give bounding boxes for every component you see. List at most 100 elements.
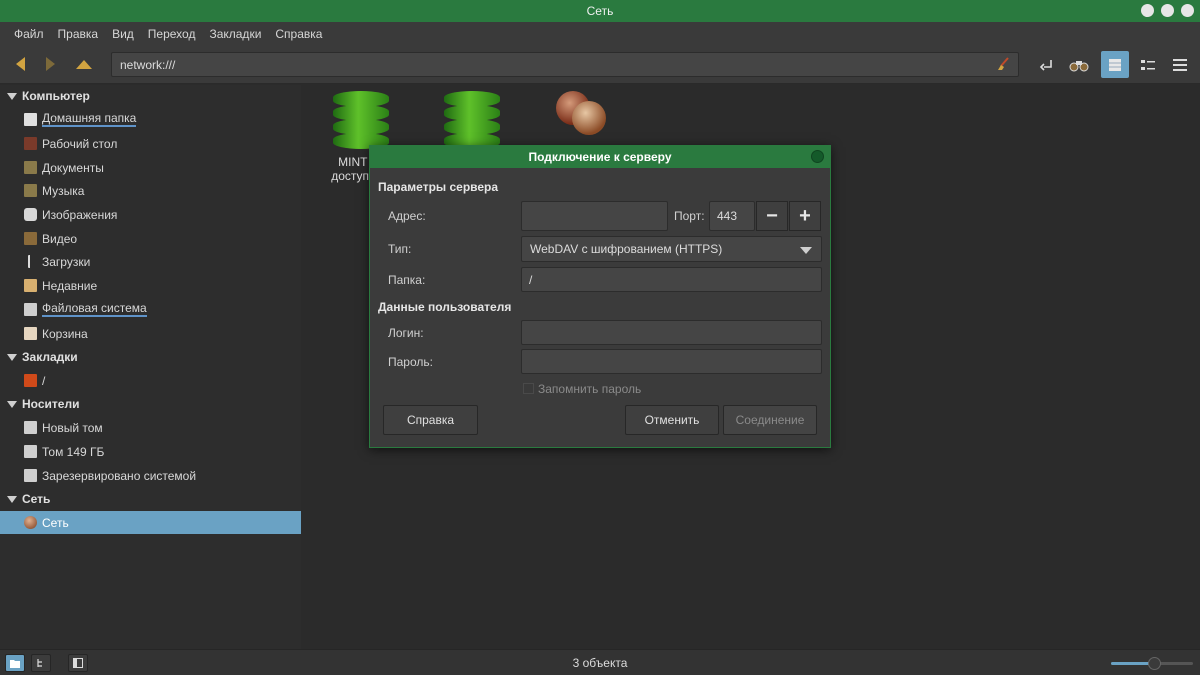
- file-item-network[interactable]: [525, 91, 635, 149]
- sidebar-item-label: Музыка: [42, 183, 85, 198]
- port-input[interactable]: 443: [709, 201, 755, 231]
- sidebar-section-bookmarks[interactable]: Закладки: [0, 346, 78, 368]
- minus-icon: −: [766, 204, 778, 227]
- status-bar: 3 объекта: [0, 649, 1200, 675]
- binoculars-icon: [1069, 60, 1089, 71]
- return-arrow-icon: [1039, 59, 1052, 71]
- up-arrow-icon: [76, 59, 92, 69]
- drive-icon: [24, 303, 37, 316]
- home-icon: [24, 113, 37, 126]
- window-titlebar: Сеть: [0, 0, 1200, 22]
- sidebar: Компьютер Домашняя папка Рабочий стол До…: [0, 85, 301, 649]
- database-icon: [444, 91, 500, 149]
- login-label: Логин:: [388, 326, 424, 340]
- dialog-close-button[interactable]: [811, 150, 824, 163]
- icon-view-button[interactable]: [1101, 51, 1129, 78]
- up-button[interactable]: [72, 53, 96, 75]
- clear-location-icon[interactable]: [996, 57, 1010, 71]
- sidebar-item-label: Загрузки: [42, 254, 91, 269]
- drive-icon: [24, 421, 37, 434]
- sidebar-item-trash[interactable]: Корзина: [0, 322, 301, 345]
- sidebar-item-home[interactable]: Домашняя папка: [0, 108, 301, 131]
- video-icon: [24, 232, 37, 245]
- remember-password-label: Запомнить пароль: [538, 382, 642, 396]
- sidebar-item-volume-149[interactable]: Том 149 ГБ: [0, 440, 301, 463]
- toggle-location-button[interactable]: [1033, 51, 1061, 78]
- database-icon: [333, 91, 389, 149]
- trash-icon: [24, 327, 37, 340]
- expander-icon: [7, 92, 17, 100]
- sidebar-item-system-reserved[interactable]: Зарезервировано системой: [0, 464, 301, 487]
- expander-icon: [7, 353, 17, 361]
- search-button[interactable]: [1065, 51, 1093, 78]
- sidebar-item-label: Файловая система: [42, 301, 147, 317]
- sidebar-section-computer[interactable]: Компьютер: [0, 85, 90, 107]
- close-button[interactable]: [1181, 4, 1194, 17]
- login-input[interactable]: [521, 320, 822, 345]
- sidebar-item-downloads[interactable]: Загрузки: [0, 250, 301, 273]
- port-decrease-button[interactable]: −: [756, 201, 788, 231]
- menu-edit[interactable]: Правка: [51, 27, 106, 41]
- sidebar-item-label: Том 149 ГБ: [42, 444, 105, 459]
- sidebar-item-label: Корзина: [42, 326, 88, 341]
- menu-bar: Файл Правка Вид Переход Закладки Справка: [0, 22, 1200, 45]
- cancel-button[interactable]: Отменить: [625, 405, 719, 435]
- type-combo[interactable]: WebDAV с шифрованием (HTTPS): [521, 236, 822, 262]
- expander-icon: [7, 495, 17, 503]
- sidebar-item-desktop[interactable]: Рабочий стол: [0, 132, 301, 155]
- sidebar-section-devices[interactable]: Носители: [0, 393, 79, 415]
- zoom-slider[interactable]: [1111, 657, 1193, 670]
- toolbar: network:///: [0, 45, 1200, 84]
- grid-view-icon: [1109, 58, 1121, 71]
- documents-icon: [24, 161, 37, 174]
- menu-go[interactable]: Переход: [141, 27, 203, 41]
- list-view-button[interactable]: [1134, 51, 1162, 78]
- list-view-icon: [1141, 59, 1155, 70]
- menu-view[interactable]: Вид: [105, 27, 141, 41]
- sidebar-item-new-volume[interactable]: Новый том: [0, 416, 301, 439]
- compact-view-button[interactable]: [1166, 51, 1194, 78]
- dialog-title: Подключение к серверу: [528, 150, 672, 164]
- window-title: Сеть: [586, 4, 614, 18]
- sidebar-item-network[interactable]: Сеть: [0, 511, 301, 534]
- sidebar-item-label: /: [42, 373, 46, 388]
- sidebar-item-label: Изображения: [42, 207, 118, 222]
- forward-button[interactable]: [38, 53, 62, 75]
- sidebar-section-network[interactable]: Сеть: [0, 488, 50, 510]
- sidebar-item-label: Недавние: [42, 278, 98, 293]
- connect-button[interactable]: Соединение: [723, 405, 817, 435]
- sidebar-item-pictures[interactable]: Изображения: [0, 203, 301, 226]
- plus-icon: +: [799, 204, 811, 227]
- address-input[interactable]: [521, 201, 668, 231]
- address-label: Адрес:: [388, 209, 426, 223]
- minimize-button[interactable]: [1141, 4, 1154, 17]
- recent-icon: [24, 279, 37, 292]
- back-arrow-icon: [15, 57, 25, 71]
- dialog-titlebar: Подключение к серверу: [370, 146, 830, 168]
- password-label: Пароль:: [388, 355, 433, 369]
- sidebar-item-documents[interactable]: Документы: [0, 156, 301, 179]
- sidebar-item-root-bookmark[interactable]: /: [0, 369, 301, 392]
- type-value: WebDAV с шифрованием (HTTPS): [530, 242, 723, 256]
- sidebar-item-music[interactable]: Музыка: [0, 179, 301, 202]
- location-bar[interactable]: network:///: [111, 52, 1019, 77]
- remember-password-checkbox[interactable]: [523, 383, 534, 394]
- sidebar-item-filesystem[interactable]: Файловая система: [0, 298, 301, 321]
- sidebar-item-videos[interactable]: Видео: [0, 227, 301, 250]
- server-params-heading: Параметры сервера: [378, 180, 499, 194]
- menu-file[interactable]: Файл: [7, 27, 51, 41]
- folder-icon: [24, 374, 37, 387]
- port-increase-button[interactable]: +: [789, 201, 821, 231]
- zoom-slider-handle[interactable]: [1147, 657, 1161, 670]
- sidebar-item-label: Новый том: [42, 420, 103, 435]
- password-input[interactable]: [521, 349, 822, 374]
- help-button[interactable]: Справка: [383, 405, 478, 435]
- folder-input[interactable]: /: [521, 267, 822, 292]
- sidebar-item-recent[interactable]: Недавние: [0, 274, 301, 297]
- network-icon: [24, 516, 37, 529]
- menu-bookmarks[interactable]: Закладки: [202, 27, 268, 41]
- maximize-button[interactable]: [1161, 4, 1174, 17]
- file-item-share[interactable]: [417, 91, 527, 149]
- back-button[interactable]: [8, 53, 32, 75]
- menu-help[interactable]: Справка: [268, 27, 329, 41]
